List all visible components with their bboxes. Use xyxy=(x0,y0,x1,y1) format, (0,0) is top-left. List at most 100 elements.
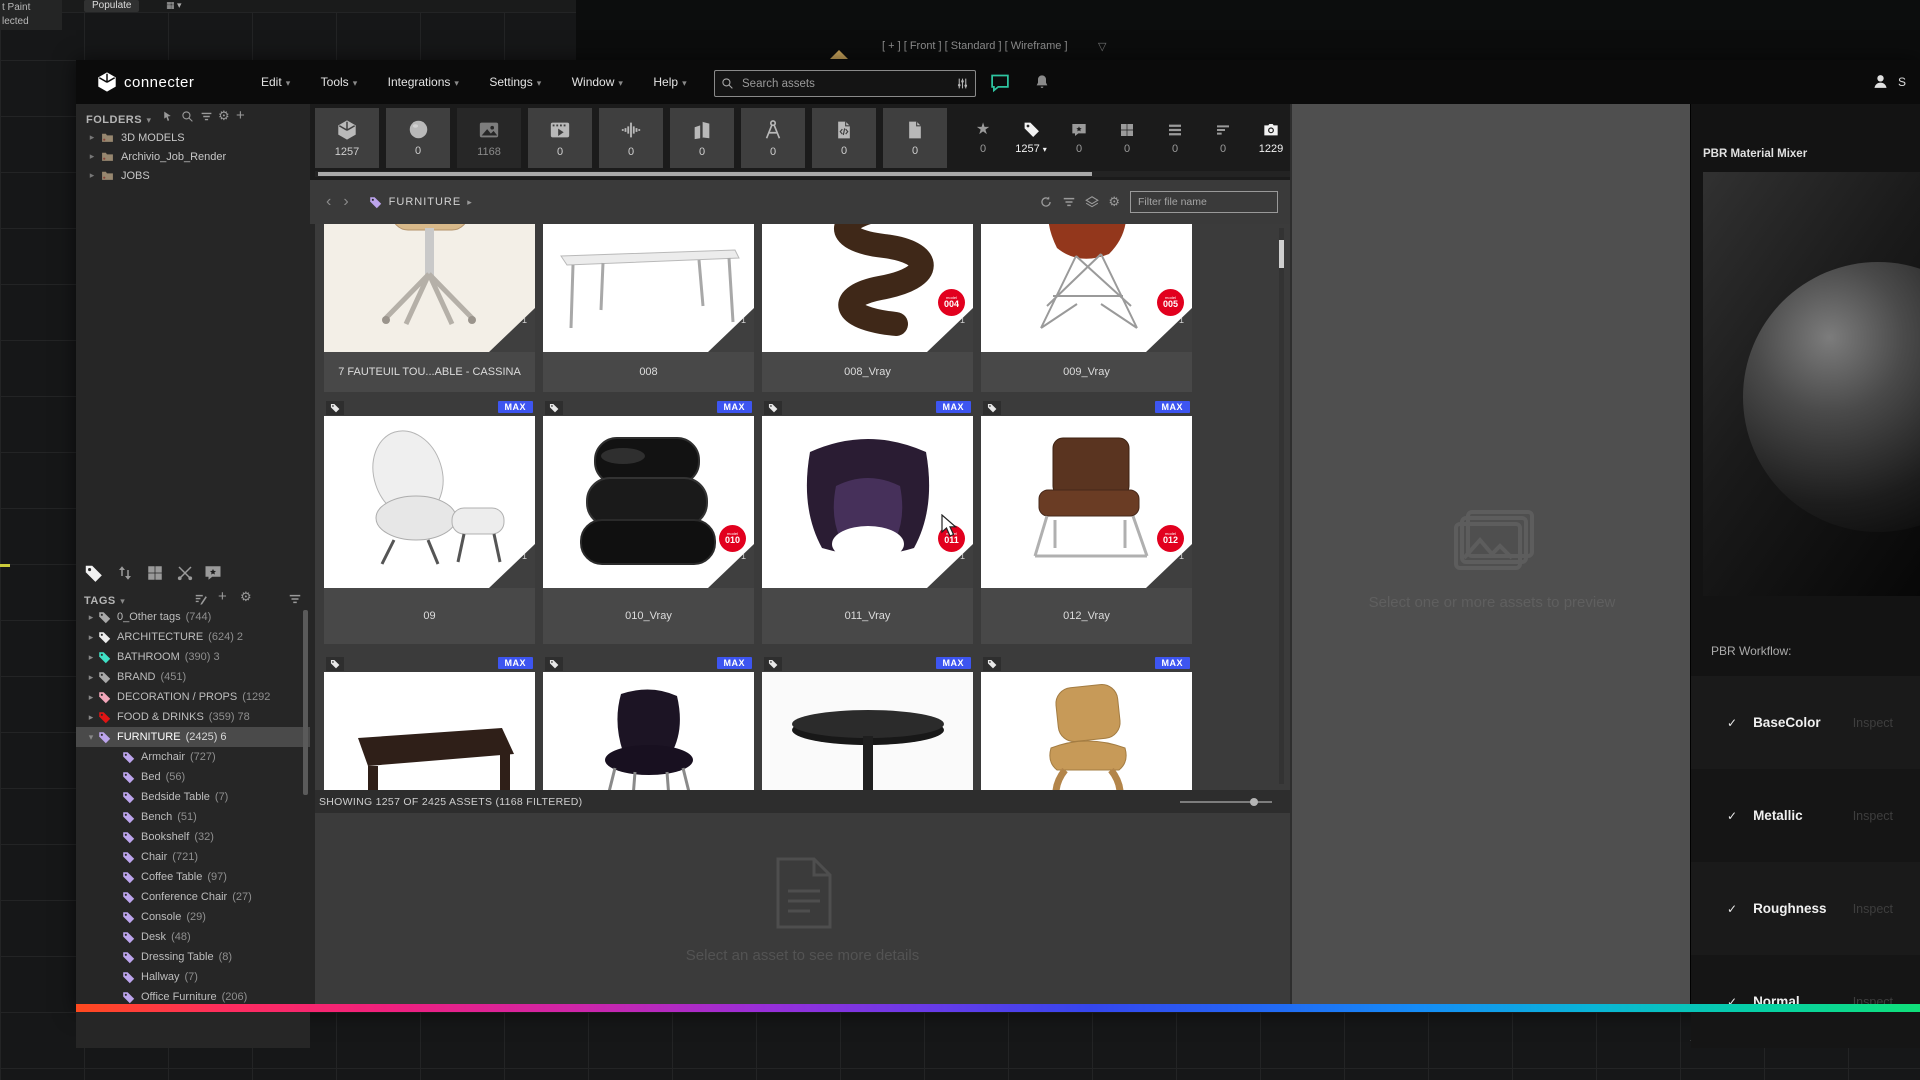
asset-card[interactable]: MAX xyxy=(981,656,1192,790)
tag-row[interactable]: Console(29) xyxy=(76,907,310,927)
add-folder-icon[interactable]: + xyxy=(236,107,245,124)
menu-settings[interactable]: Settings▾ xyxy=(476,60,554,105)
tag-row[interactable]: Bookshelf(32) xyxy=(76,827,310,847)
asset-card[interactable]: MAX model012 +1 012_Vray xyxy=(981,400,1192,644)
asset-card[interactable]: +1 7 FAUTEUIL TOU...ABLE - CASSINA xyxy=(324,224,535,392)
view-grid[interactable]: 0 xyxy=(1103,108,1151,168)
filter-audio[interactable]: 0 xyxy=(599,108,663,168)
tag-row[interactable]: Bedside Table(7) xyxy=(76,787,310,807)
tag-row[interactable]: Bench(51) xyxy=(76,807,310,827)
view-gear-icon[interactable]: ⚙ xyxy=(1108,194,1120,210)
asset-card[interactable]: MAX model010 +1 010_Vray xyxy=(543,400,754,644)
filter-models[interactable]: 1257 xyxy=(315,108,379,168)
user-icon[interactable] xyxy=(1872,73,1889,90)
grid-scrollbar-thumb[interactable] xyxy=(1279,240,1284,268)
menu-help[interactable]: Help▾ xyxy=(640,60,699,105)
filter-tagged[interactable]: 1257 ▾ xyxy=(1007,108,1055,168)
tag-row[interactable]: ▸DECORATION / PROPS(1292 xyxy=(76,687,310,707)
filter-videos[interactable]: 0 xyxy=(528,108,592,168)
viewport-funnel-icon[interactable]: ▽ xyxy=(1098,40,1106,53)
tag-row[interactable]: ▸FOOD & DRINKS(359) 78 xyxy=(76,707,310,727)
tag-row[interactable]: Coffee Table(97) xyxy=(76,867,310,887)
filename-filter-input[interactable] xyxy=(1136,195,1272,209)
refresh-icon[interactable] xyxy=(1039,195,1053,209)
filter-code[interactable]: 0 xyxy=(812,108,876,168)
breadcrumb[interactable]: FURNITURE xyxy=(389,196,462,208)
asset-card[interactable]: MAX xyxy=(324,656,535,790)
tag-row[interactable]: Chair(721) xyxy=(76,847,310,867)
tag-row-selected[interactable]: ▾FURNITURE(2425) 6 xyxy=(76,727,310,747)
inspect-button[interactable]: Inspect xyxy=(1853,902,1893,916)
tab-cut-icon[interactable] xyxy=(176,564,194,582)
viewport-label[interactable]: [ + ] [ Front ] [ Standard ] [ Wireframe… xyxy=(882,40,1068,52)
tab-comment-icon[interactable] xyxy=(204,564,222,582)
search-box[interactable] xyxy=(714,70,976,97)
filter-documents[interactable]: 0 xyxy=(883,108,947,168)
pbr-map-row[interactable]: ✓ Metallic Inspect xyxy=(1691,769,1920,862)
bell-icon[interactable] xyxy=(1034,73,1050,91)
filter-favorites[interactable]: ★0 xyxy=(959,108,1007,168)
slider-handle[interactable] xyxy=(1250,798,1258,806)
tag-row[interactable]: ▸BATHROOM(390) 3 xyxy=(76,647,310,667)
add-tag-icon[interactable]: + xyxy=(218,588,227,605)
check-icon[interactable]: ✓ xyxy=(1727,809,1737,823)
folder-item[interactable]: ▸ JOBS xyxy=(76,166,310,185)
tag-row[interactable]: Desk(48) xyxy=(76,927,310,947)
folders-caret-icon[interactable]: ▾ xyxy=(147,115,152,125)
populate-button[interactable]: Populate xyxy=(84,0,139,12)
filter-folders-icon[interactable] xyxy=(200,110,213,123)
chat-icon[interactable] xyxy=(988,72,1012,93)
asset-card[interactable]: MAX xyxy=(543,656,754,790)
breadcrumb-sep-icon[interactable]: ▸ xyxy=(467,197,472,208)
tag-row[interactable]: Hallway(7) xyxy=(76,967,310,987)
menu-window[interactable]: Window▾ xyxy=(559,60,636,105)
pbr-map-row[interactable]: ✓ Roughness Inspect xyxy=(1691,862,1920,955)
back-button[interactable]: ‹ xyxy=(326,193,331,211)
toolbar-scrollbar-track[interactable] xyxy=(315,171,1290,177)
material-preview[interactable] xyxy=(1703,172,1920,596)
check-icon[interactable]: ✓ xyxy=(1727,902,1737,916)
locate-icon[interactable] xyxy=(161,110,174,123)
asset-card[interactable]: model005 +1 009_Vray xyxy=(981,224,1192,392)
menu-tools[interactable]: Tools▾ xyxy=(308,60,371,105)
filter-materials[interactable]: 0 xyxy=(386,108,450,168)
menu-integrations[interactable]: Integrations▾ xyxy=(375,60,472,105)
inspect-button[interactable]: Inspect xyxy=(1853,716,1893,730)
filter-icon[interactable] xyxy=(1062,195,1076,209)
tag-row[interactable]: Armchair(727) xyxy=(76,747,310,767)
sliders-icon[interactable] xyxy=(956,77,969,90)
grid-scrollbar-track[interactable] xyxy=(1279,228,1284,784)
tags-scrollbar[interactable] xyxy=(303,610,308,795)
tag-settings-icon[interactable]: ⚙ xyxy=(240,589,252,605)
check-icon[interactable]: ✓ xyxy=(1727,716,1737,730)
filter-scenes[interactable]: 0 xyxy=(670,108,734,168)
max-window-icon[interactable]: ▦ ▾ xyxy=(166,0,182,11)
pbr-map-row[interactable]: ✓ Normal Inspect xyxy=(1691,955,1920,1048)
folders-header[interactable]: FOLDERS ▾ xyxy=(86,110,151,128)
pbr-map-row[interactable]: ✓ BaseColor Inspect xyxy=(1691,676,1920,769)
gear-icon[interactable]: ⚙ xyxy=(218,108,230,124)
tags-edit-icon[interactable] xyxy=(194,592,208,606)
filter-cad[interactable]: 0 xyxy=(741,108,805,168)
menu-edit[interactable]: Edit▾ xyxy=(248,60,303,105)
filter-captures[interactable]: 1229 xyxy=(1247,108,1295,168)
asset-card[interactable]: MAX +1 09 xyxy=(324,400,535,644)
tab-tags-icon[interactable] xyxy=(84,564,103,583)
thumb-size-slider[interactable] xyxy=(1180,797,1272,807)
asset-card[interactable]: MAX xyxy=(762,656,973,790)
tag-row[interactable]: Bed(56) xyxy=(76,767,310,787)
search-input[interactable] xyxy=(740,77,950,91)
filter-images[interactable]: 1168 xyxy=(457,108,521,168)
forward-button[interactable]: › xyxy=(343,193,348,211)
search-folders-icon[interactable] xyxy=(181,110,194,123)
filter-comments[interactable]: 0 xyxy=(1055,108,1103,168)
view-sort[interactable]: 0 xyxy=(1199,108,1247,168)
layers-icon[interactable] xyxy=(1085,195,1099,209)
view-list[interactable]: 0 xyxy=(1151,108,1199,168)
tag-row[interactable]: ▸0_Other tags(744) xyxy=(76,607,310,627)
toolbar-scrollbar-thumb[interactable] xyxy=(318,172,1092,176)
tab-sort-icon[interactable] xyxy=(116,564,134,582)
tab-grid-icon[interactable] xyxy=(146,564,164,582)
inspect-button[interactable]: Inspect xyxy=(1853,809,1893,823)
tag-row[interactable]: ▸ARCHITECTURE(624) 2 xyxy=(76,627,310,647)
